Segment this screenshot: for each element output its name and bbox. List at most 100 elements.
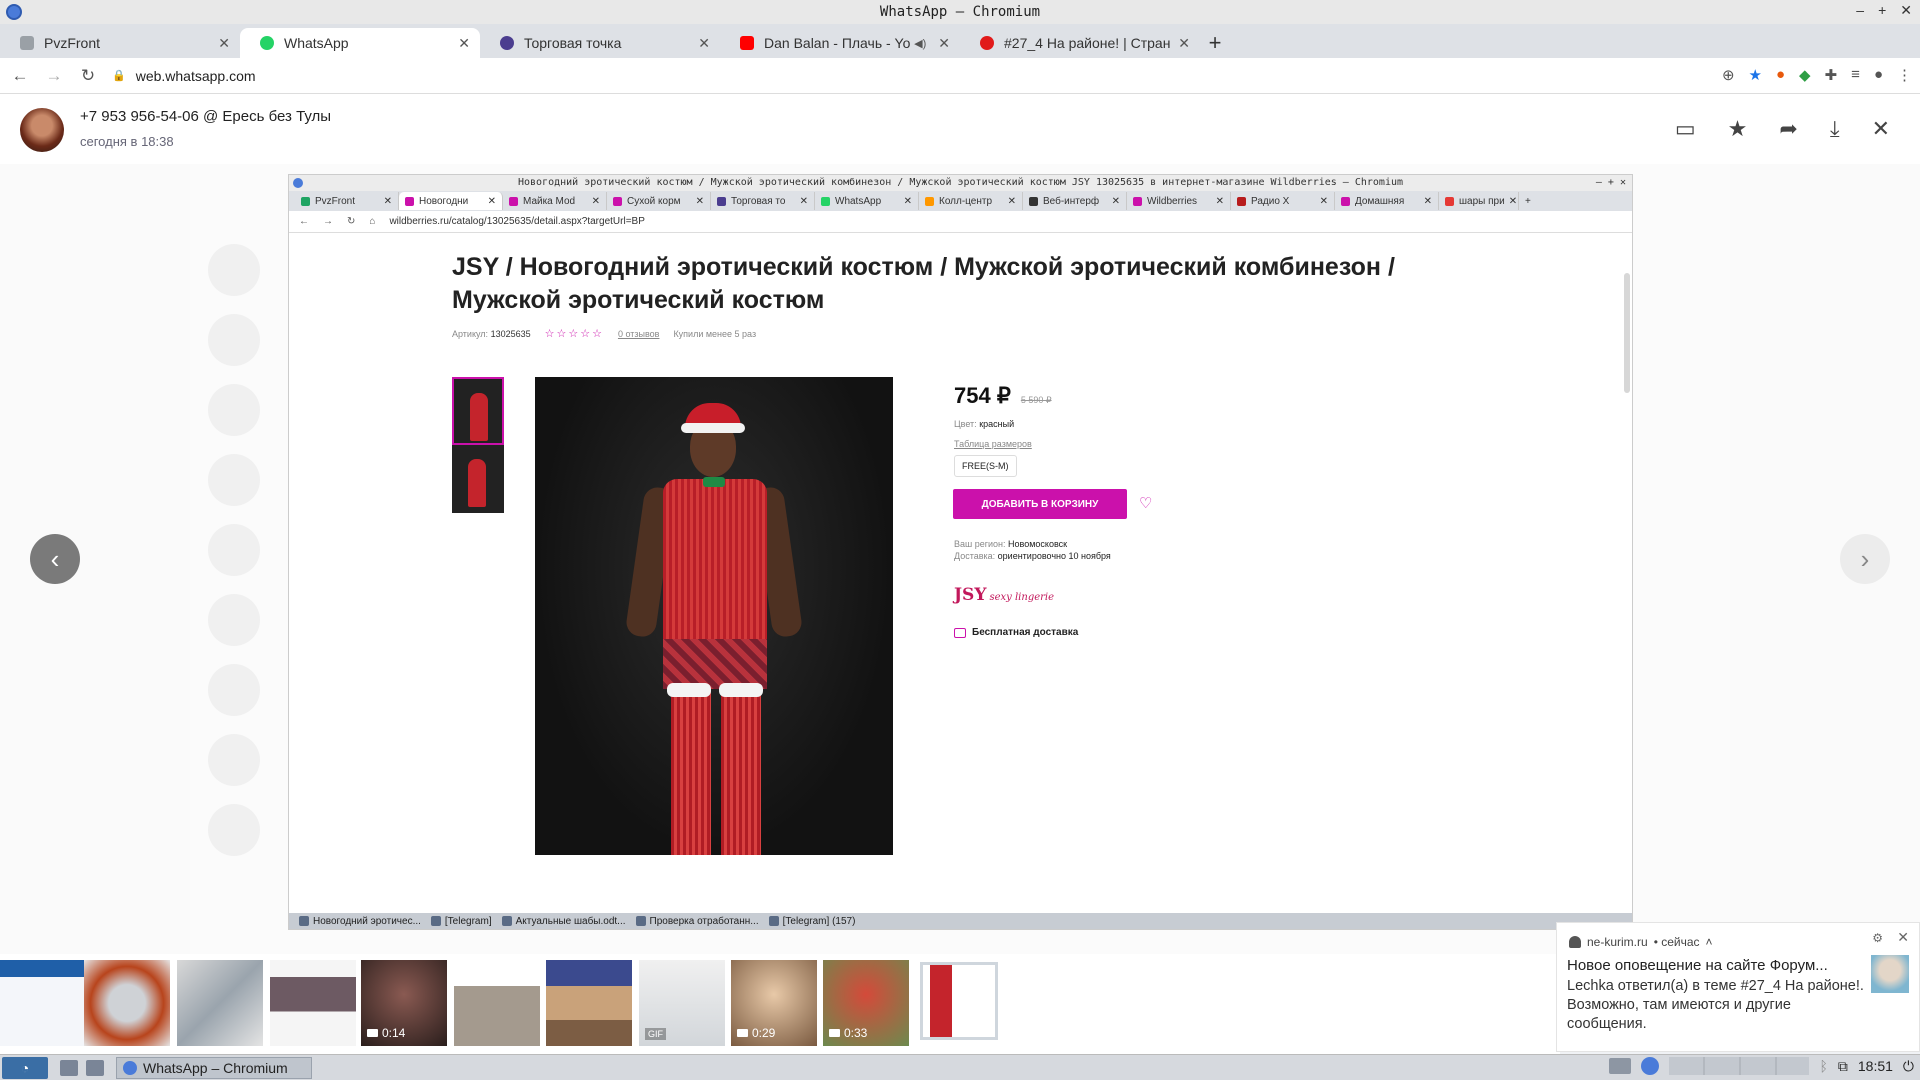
zoom-icon[interactable]: ⊕: [1722, 66, 1735, 84]
close-icon[interactable]: ✕: [1178, 35, 1190, 52]
close-icon: ✕: [903, 195, 912, 207]
bookmark-star-icon[interactable]: ★: [1749, 66, 1762, 84]
free-delivery-text: Бесплатная доставка: [972, 627, 1079, 638]
shot-taskbar-label: Проверка отработанн...: [649, 915, 759, 927]
tray-window-icon[interactable]: [1609, 1058, 1632, 1074]
url-text: web.whatsapp.com: [135, 67, 256, 84]
desktop-notification[interactable]: ne-kurim.ru • сейчас ˄ ⚙ ✕ Новое оповеще…: [1556, 922, 1920, 1052]
media-queue-icon[interactable]: ≡: [1851, 66, 1860, 84]
taskbar-chromium[interactable]: WhatsApp – Chromium: [116, 1057, 312, 1079]
shot-tab-label: Торговая то: [731, 195, 786, 207]
speaker-icon[interactable]: ◀): [914, 37, 926, 50]
app-icon: [635, 916, 646, 926]
maximize-icon[interactable]: +: [1878, 2, 1886, 19]
media-thumbnail[interactable]: 0:33: [823, 960, 909, 1046]
close-icon[interactable]: ✕: [1872, 116, 1890, 142]
video-camera-icon: [737, 1029, 748, 1037]
forward-icon[interactable]: ➦: [1779, 116, 1797, 142]
close-icon[interactable]: ✕: [698, 35, 710, 52]
tab-whatsapp[interactable]: WhatsApp ✕: [240, 28, 480, 58]
next-media-button[interactable]: ›: [1840, 534, 1890, 584]
media-thumbnail[interactable]: [84, 960, 170, 1046]
file-manager-icon[interactable]: [60, 1060, 78, 1076]
go-to-message-icon[interactable]: ▭: [1675, 116, 1696, 142]
extension-shield-icon[interactable]: ◆: [1799, 66, 1811, 84]
previous-media-button[interactable]: ‹: [30, 534, 80, 584]
gear-icon[interactable]: ⚙: [1872, 931, 1883, 945]
shot-tab-label: Колл-центр: [939, 195, 993, 207]
tab-label: WhatsApp: [284, 35, 349, 51]
back-icon[interactable]: ←: [6, 66, 34, 86]
tab-youtube[interactable]: Dan Balan - Плачь - Yo ◀) ✕: [720, 28, 960, 58]
tab-pvzfront[interactable]: PvzFront ✕: [0, 28, 240, 58]
site-icon: [925, 196, 934, 206]
minimize-icon[interactable]: –: [1856, 2, 1864, 19]
start-menu-button[interactable]: ◔: [2, 1057, 48, 1079]
tray-workspaces[interactable]: [1669, 1057, 1810, 1075]
avatar[interactable]: [20, 108, 64, 152]
close-window-icon[interactable]: ✕: [1900, 2, 1912, 19]
puzzle-icon[interactable]: ✚: [1825, 66, 1838, 84]
media-thumbnail[interactable]: 0:14: [361, 960, 447, 1046]
chevron-left-icon: ‹: [50, 543, 60, 574]
chromium-icon: [123, 1061, 137, 1075]
chevron-up-icon[interactable]: ˄: [1706, 935, 1713, 949]
delivery-row: Доставка: ориентировочно 10 ноября: [954, 551, 1111, 561]
download-icon[interactable]: ⤓: [1830, 116, 1840, 142]
tab-torgovaya-tochka[interactable]: Торговая точка ✕: [480, 28, 720, 58]
region-label: Ваш регион:: [954, 539, 1006, 549]
window-controls: – + ✕: [1856, 2, 1912, 19]
wildberries-icon: [509, 196, 518, 206]
app-icon: [430, 916, 441, 926]
power-icon[interactable]: ⏻: [1903, 1058, 1914, 1075]
close-icon[interactable]: ✕: [1897, 929, 1909, 946]
clock[interactable]: 18:51: [1858, 1058, 1893, 1074]
region-row: Ваш регион: Новомосковск: [954, 539, 1067, 549]
media-thumbnail[interactable]: 0:29: [731, 960, 817, 1046]
reload-icon[interactable]: ↻: [74, 66, 102, 86]
article-label: Артикул:: [452, 329, 489, 339]
network-icon[interactable]: ⧉: [1838, 1058, 1848, 1075]
media-thumbnail[interactable]: [270, 960, 356, 1046]
shot-tab: Домашняя ✕: [1335, 192, 1439, 210]
video-camera-icon: [829, 1029, 840, 1037]
tray-chromium-icon[interactable]: [1641, 1057, 1660, 1075]
media-thumbnail[interactable]: [177, 960, 263, 1046]
media-thumbnail-current[interactable]: [920, 962, 998, 1040]
shot-tab-label: Радио Х: [1251, 195, 1290, 207]
app-icon: [501, 916, 512, 926]
close-icon[interactable]: ✕: [218, 35, 230, 52]
leg-fur: [719, 683, 763, 697]
app-icon: [299, 916, 309, 926]
bluetooth-icon[interactable]: ᛒ: [1819, 1058, 1827, 1074]
figure-leg: [671, 689, 711, 855]
close-icon: ✕: [1319, 195, 1328, 207]
tab-icon: [301, 196, 310, 206]
media-thumbnail[interactable]: [546, 960, 632, 1046]
figure-leg: [721, 689, 761, 855]
video-duration: 0:14: [367, 1026, 405, 1040]
forum-icon: [980, 36, 994, 50]
tab-label: Dan Balan - Плачь - Yo: [764, 35, 911, 51]
shot-taskbar-item: Новогодний эротичес...: [299, 916, 421, 927]
close-icon[interactable]: ✕: [938, 35, 950, 52]
desktop-icon[interactable]: [86, 1060, 104, 1076]
tab-forum[interactable]: #27_4 На районе! | Стран ✕: [960, 28, 1200, 58]
close-icon: ✕: [1007, 195, 1016, 207]
extension-fire-icon[interactable]: ●: [1776, 66, 1785, 84]
url-field[interactable]: 🔒 web.whatsapp.com: [112, 68, 256, 84]
notification-time: • сейчас: [1653, 935, 1700, 949]
tab-strip: PvzFront ✕ WhatsApp ✕ Торговая точка ✕ D…: [0, 24, 1920, 58]
close-icon[interactable]: ✕: [458, 35, 470, 52]
new-tab-button[interactable]: +: [1200, 28, 1230, 58]
region-value: Новомосковск: [1008, 539, 1068, 549]
forward-icon[interactable]: →: [40, 66, 68, 86]
media-thumbnail[interactable]: [0, 960, 86, 1046]
star-icon[interactable]: ★: [1728, 116, 1748, 142]
menu-icon[interactable]: ⋮: [1897, 66, 1912, 84]
profile-icon[interactable]: ●: [1874, 66, 1883, 84]
media-thumbnail[interactable]: [454, 960, 540, 1046]
media-thumbnail[interactable]: GIF: [639, 960, 725, 1046]
youtube-icon: [740, 36, 754, 50]
lock-icon: 🔒: [112, 70, 126, 82]
